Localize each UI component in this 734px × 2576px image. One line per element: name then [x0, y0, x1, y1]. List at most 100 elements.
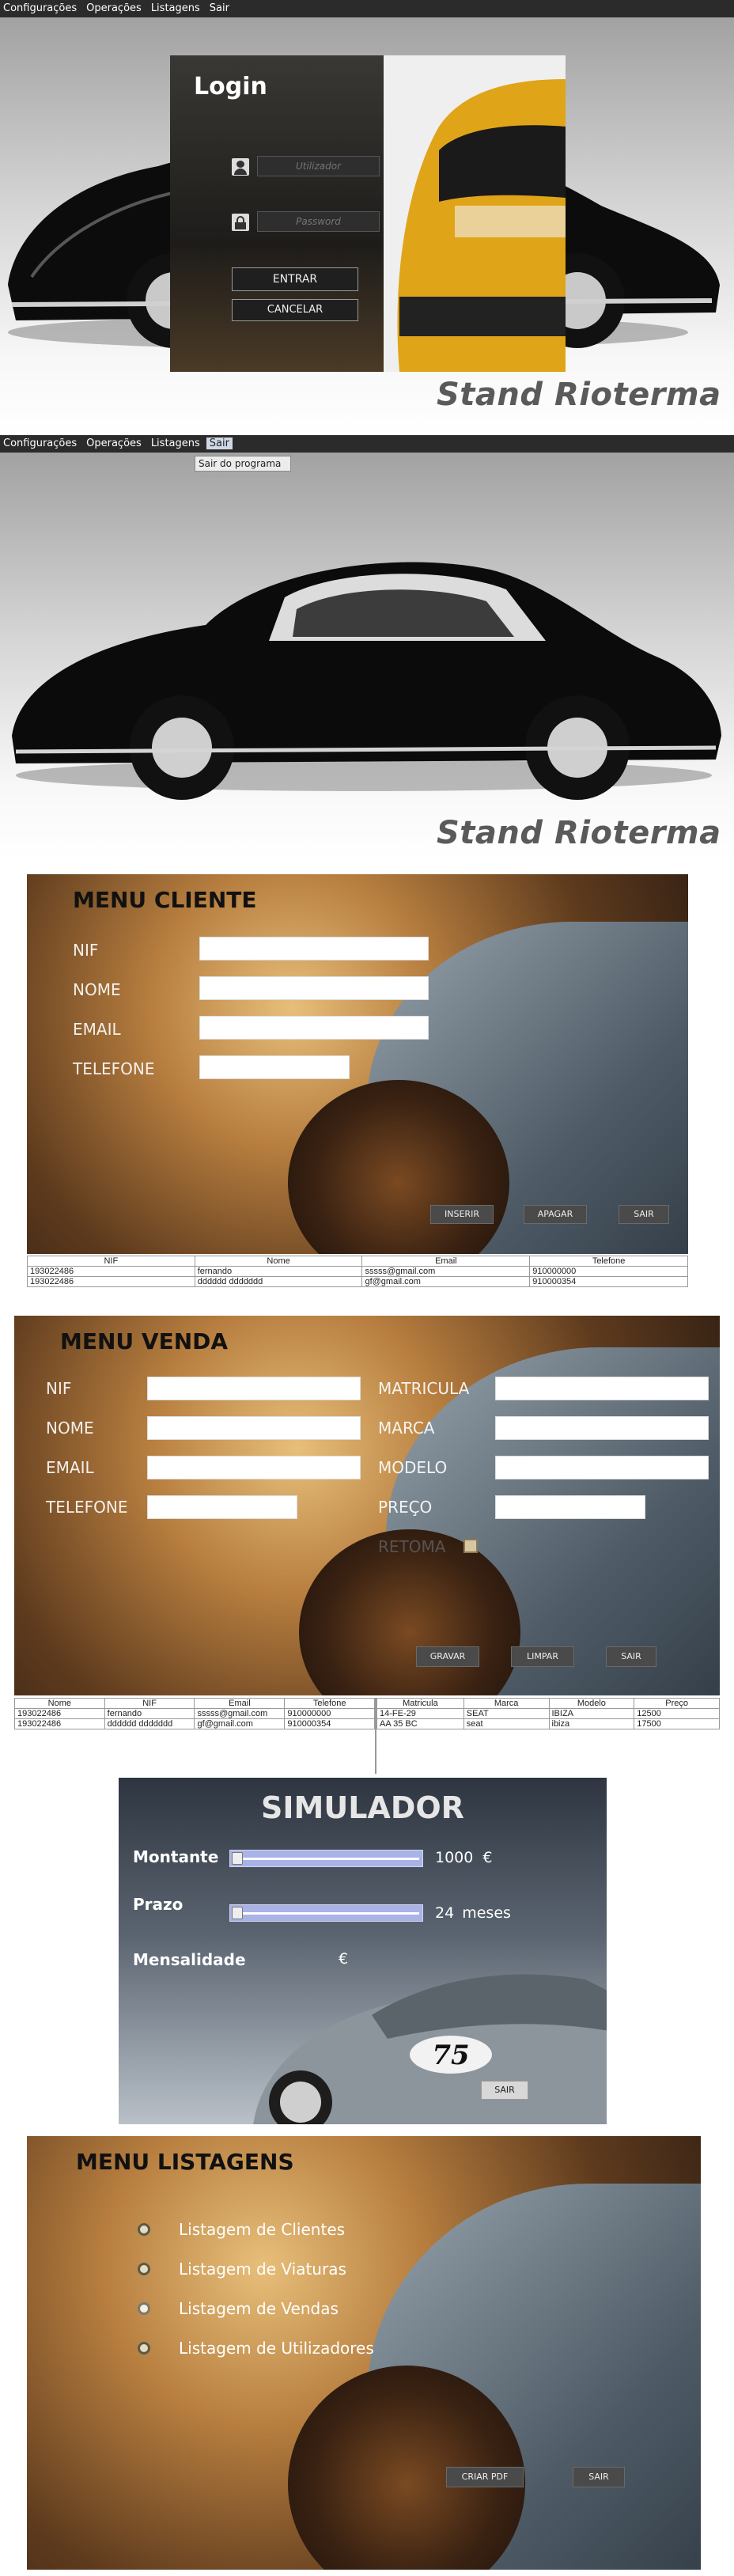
option-label: Listagem de Viaturas [179, 2260, 346, 2279]
menu-bar-2: Configurações Operações Listagens Sair [0, 435, 734, 453]
radio-button[interactable] [138, 2342, 150, 2354]
nome-label: NOME [46, 1419, 94, 1438]
menu-sair[interactable]: Sair [210, 2, 229, 14]
apagar-button[interactable]: APAGAR [524, 1205, 587, 1224]
email-label: EMAIL [73, 1020, 121, 1039]
column-header: Modelo [548, 1698, 635, 1709]
venda-email-input[interactable] [147, 1456, 361, 1479]
radio-button[interactable] [138, 2302, 150, 2315]
menu-listagens[interactable]: Listagens [151, 438, 200, 449]
telefone-input[interactable] [199, 1055, 350, 1079]
telefone-label: TELEFONE [46, 1498, 128, 1517]
email-input[interactable] [199, 1016, 429, 1040]
sair-button[interactable]: SAIR [573, 2467, 625, 2487]
race-number: 75 [432, 2040, 469, 2071]
table-cell: sssss@gmail.com [361, 1266, 531, 1277]
table-row[interactable]: 193022486 fernando sssss@gmail.com 91000000… [27, 1266, 688, 1277]
sair-dropdown-item[interactable]: Sair do programa [195, 456, 291, 472]
password-input[interactable] [257, 211, 380, 232]
sair-button[interactable]: SAIR [619, 1205, 669, 1224]
vendas-viaturas-table: Matricula Marca Modelo Preço 14-FE-29 SEA… [376, 1698, 720, 1729]
sair-button[interactable]: SAIR [481, 2081, 528, 2100]
table-row[interactable]: 193022486 dddddd ddddddd gf@gmail.com 91000… [14, 1718, 375, 1729]
main-screen: Configurações Operações Listagens Sair Sair… [0, 435, 734, 858]
limpar-button[interactable]: LIMPAR [511, 1646, 574, 1667]
table-cell: ibiza [548, 1718, 635, 1729]
menu-sair-open[interactable]: Sair [206, 438, 233, 449]
listagens-title: MENU LISTAGENS [76, 2149, 294, 2175]
cancelar-button[interactable]: CANCELAR [232, 299, 358, 321]
venda-title: MENU VENDA [60, 1328, 229, 1354]
brand-title: Stand Rioterma [437, 377, 721, 413]
gravar-button[interactable]: GRAVAR [416, 1646, 479, 1667]
prazo-slider-handle[interactable] [232, 1907, 243, 1919]
username-input[interactable] [257, 156, 380, 176]
table-cell: 910000000 [284, 1708, 375, 1719]
vendas-clientes-table: Nome NIF Email Telefone 193022486 fernand… [14, 1698, 375, 1729]
inserir-button[interactable]: INSERIR [430, 1205, 494, 1224]
user-icon [232, 158, 249, 176]
table-header: NIF Nome Email Telefone [27, 1256, 688, 1267]
montante-label: Montante [133, 1847, 219, 1866]
table-header: Nome NIF Email Telefone [14, 1698, 375, 1709]
column-header: Email [361, 1256, 531, 1267]
preco-input[interactable] [495, 1495, 645, 1519]
cliente-screen: MENU CLIENTE NIF NOME EMAIL TELEFONE INS… [27, 874, 688, 1254]
login-title: Login [194, 73, 267, 100]
montante-slider[interactable] [229, 1850, 423, 1867]
table-row[interactable]: 193022486 dddddd ddddddd gf@gmail.com 91000… [27, 1276, 688, 1287]
table-cell: IBIZA [548, 1708, 635, 1719]
table-cell: 12500 [634, 1708, 720, 1719]
table-cell: SEAT [463, 1708, 550, 1719]
menu-configuracoes[interactable]: Configurações [3, 2, 77, 14]
matricula-input[interactable] [495, 1377, 709, 1400]
table-cell: 910000000 [529, 1266, 688, 1277]
venda-nif-input[interactable] [147, 1377, 361, 1400]
race-car-image: 75 [253, 1974, 607, 2124]
column-header: Nome [194, 1256, 363, 1267]
table-cell: dddddd ddddddd [104, 1718, 195, 1729]
radio-button[interactable] [138, 2223, 150, 2236]
simulador-screen: 75 SIMULADOR Montante 1000 € Prazo 24 me… [119, 1778, 607, 2124]
prazo-value: 24 meses [435, 1904, 511, 1922]
sair-button[interactable]: SAIR [606, 1646, 656, 1667]
column-header: Matricula [376, 1698, 464, 1709]
venda-telefone-input[interactable] [147, 1495, 297, 1519]
montante-slider-handle[interactable] [232, 1852, 243, 1865]
modelo-input[interactable] [495, 1456, 709, 1479]
mensalidade-value: € [339, 1950, 349, 1968]
table-row[interactable]: 193022486 fernando sssss@gmail.com 91000000… [14, 1708, 375, 1719]
table-cell: 14-FE-29 [376, 1708, 464, 1719]
prazo-slider[interactable] [229, 1904, 423, 1922]
menu-configuracoes[interactable]: Configurações [3, 438, 77, 449]
menu-listagens[interactable]: Listagens [151, 2, 200, 14]
option-label: Listagem de Vendas [179, 2299, 339, 2318]
telefone-label: TELEFONE [73, 1059, 155, 1078]
retoma-checkbox[interactable] [463, 1539, 478, 1553]
column-header: Nome [14, 1698, 105, 1709]
entrar-button[interactable]: ENTRAR [232, 267, 358, 291]
mensalidade-label: Mensalidade [133, 1950, 246, 1969]
table-cell: 193022486 [27, 1276, 195, 1287]
menu-operacoes[interactable]: Operações [86, 438, 142, 449]
column-header: Telefone [529, 1256, 688, 1267]
login-screen: Configurações Operações Listagens Sair Logi… [0, 0, 734, 435]
table-cell: 193022486 [27, 1266, 195, 1277]
table-row[interactable]: AA 35 BC seat ibiza 17500 [376, 1718, 720, 1729]
table-cell: fernando [104, 1708, 195, 1719]
radio-button[interactable] [138, 2263, 150, 2275]
marca-label: MARCA [378, 1419, 435, 1438]
marca-input[interactable] [495, 1416, 709, 1440]
venda-nome-input[interactable] [147, 1416, 361, 1440]
nome-input[interactable] [199, 976, 429, 1000]
column-header: Marca [463, 1698, 550, 1709]
table-row[interactable]: 14-FE-29 SEAT IBIZA 12500 [376, 1708, 720, 1719]
retoma-label: RETOMA [378, 1537, 446, 1556]
column-header: NIF [27, 1256, 195, 1267]
column-header: Email [194, 1698, 286, 1709]
table-cell: AA 35 BC [376, 1718, 464, 1729]
criar-pdf-button[interactable]: CRIAR PDF [446, 2467, 524, 2487]
menu-operacoes[interactable]: Operações [86, 2, 142, 14]
nif-input[interactable] [199, 937, 429, 960]
table-cell: fernando [194, 1266, 363, 1277]
